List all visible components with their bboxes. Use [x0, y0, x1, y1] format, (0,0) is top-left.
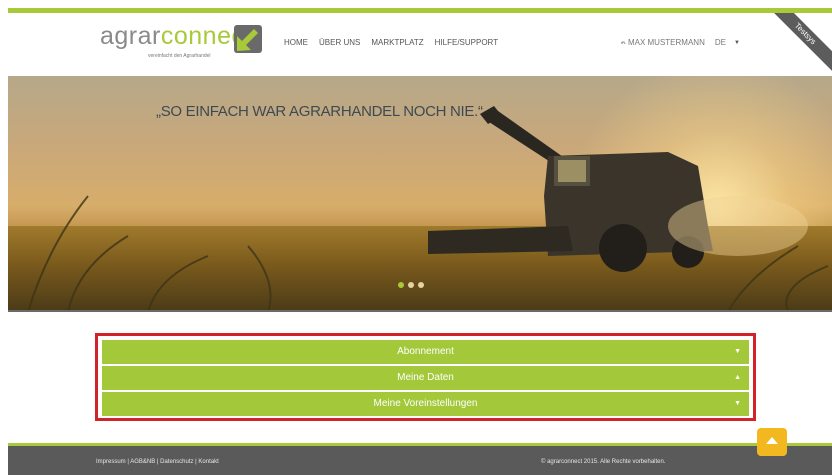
accordion-abonnement[interactable]: Abonnement ▼: [102, 340, 749, 364]
footer-link-kontakt[interactable]: Kontakt: [198, 459, 218, 465]
accordion-label: Meine Daten: [397, 372, 454, 383]
chevron-down-icon: ▼: [734, 400, 741, 407]
hero-bottom-border: [8, 310, 832, 312]
settings-accordion: Abonnement ▼ Meine Daten ▲ Meine Voreins…: [95, 333, 756, 421]
logo-tagline: vereinfacht den Agrarhandel: [148, 53, 211, 59]
footer-links: Impressum | AGB&NB | Datenschutz | Konta…: [96, 459, 219, 465]
nav-home[interactable]: HOME: [284, 38, 308, 47]
nav-marktplatz[interactable]: MARKTPLATZ: [371, 38, 423, 47]
accordion-label: Meine Voreinstellungen: [373, 398, 478, 409]
footer-link-datenschutz[interactable]: Datenschutz: [160, 459, 193, 465]
nav-hilfe-support[interactable]: HILFE/SUPPORT: [435, 38, 498, 47]
slider-dot[interactable]: [398, 282, 404, 288]
hero-banner: „SO EINFACH WAR AGRARHANDEL NOCH NIE.“: [8, 76, 832, 312]
logo-wordmark: agrarconnect: [100, 24, 252, 49]
footer-link-agb[interactable]: AGB&NB: [130, 459, 155, 465]
footer: Impressum | AGB&NB | Datenschutz | Konta…: [8, 443, 832, 475]
footer-copyright: © agrarconnect 2015. Alle Rechte vorbeha…: [541, 459, 666, 465]
user-area: ᵗᴾᴸ MAX MUSTERMANN DE ▼: [621, 38, 740, 47]
slider-dot[interactable]: [418, 282, 424, 288]
main-nav: HOME ÜBER UNS MARKTPLATZ HILFE/SUPPORT: [284, 38, 498, 47]
chevron-up-icon: ▲: [734, 374, 741, 381]
arrow-up-icon: [766, 437, 778, 444]
chevron-down-icon: ▼: [733, 39, 740, 46]
logo-arrow-icon: [234, 25, 262, 53]
slider-dots: [398, 282, 424, 288]
accordion-label: Abonnement: [397, 346, 454, 357]
test-system-ribbon: Testsys: [772, 13, 832, 73]
slider-dot[interactable]: [408, 282, 414, 288]
language-selector[interactable]: DE ▼: [715, 38, 740, 47]
nav-ueber-uns[interactable]: ÜBER UNS: [319, 38, 360, 47]
user-small-label: ᵗᴾᴸ: [621, 41, 626, 47]
language-label: DE: [714, 38, 726, 47]
accordion-meine-voreinstellungen[interactable]: Meine Voreinstellungen ▼: [102, 392, 749, 416]
hero-quote: „SO EINFACH WAR AGRARHANDEL NOCH NIE.“: [156, 103, 483, 120]
accordion-meine-daten[interactable]: Meine Daten ▲: [102, 366, 749, 390]
user-name-link[interactable]: MAX MUSTERMANN: [628, 38, 705, 47]
top-accent-line: [8, 8, 832, 13]
footer-link-impressum[interactable]: Impressum: [96, 459, 126, 465]
ribbon-label: Testsys: [772, 13, 832, 73]
back-to-top-button[interactable]: [757, 428, 787, 456]
chevron-down-icon: ▼: [734, 348, 741, 355]
logo-text-agrar: agrar: [100, 22, 161, 50]
